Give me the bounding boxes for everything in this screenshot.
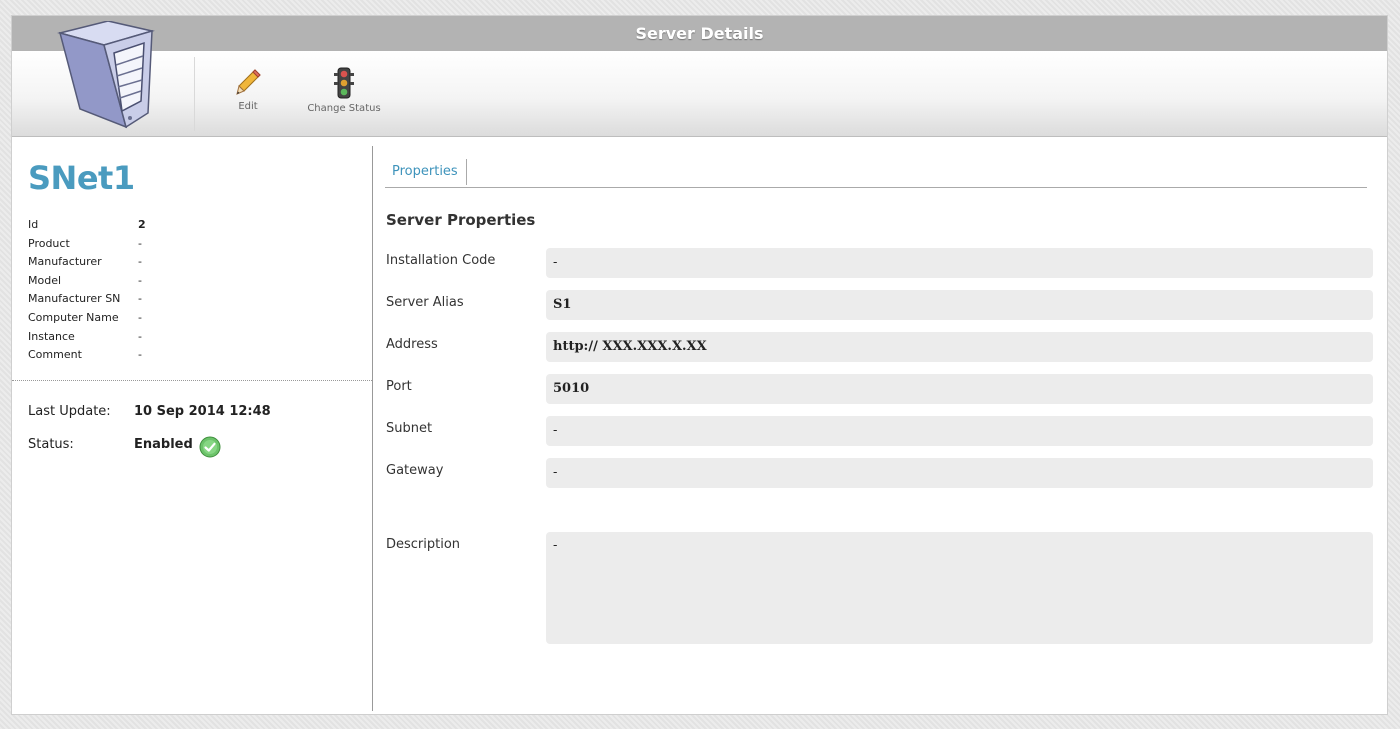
- last-update-value: 10 Sep 2014 12:48: [134, 404, 271, 419]
- info-value: -: [138, 236, 142, 250]
- info-key: Comment: [28, 348, 82, 362]
- info-value: -: [138, 348, 142, 362]
- change-status-button[interactable]: Change Status: [304, 67, 384, 123]
- info-row-manufacturer-sn: Manufacturer SN -: [28, 292, 146, 311]
- section-title: Server Properties: [386, 211, 536, 229]
- info-key: Id: [28, 218, 39, 231]
- gateway-label: Gateway: [386, 463, 444, 478]
- gateway-field: -: [546, 458, 1373, 488]
- section-divider: [12, 380, 372, 381]
- info-row-computer-name: Computer Name -: [28, 311, 146, 330]
- installation-code-field: -: [546, 248, 1373, 278]
- info-value: -: [138, 255, 142, 269]
- info-key: Model: [28, 273, 62, 287]
- address-label: Address: [386, 337, 438, 352]
- info-value: -: [138, 273, 142, 287]
- installation-code-label: Installation Code: [386, 253, 496, 268]
- window-title: Server Details: [12, 16, 1387, 51]
- toolbar-separator: [194, 57, 195, 131]
- address-field: http:// XXX.XXX.X.XX: [546, 332, 1373, 362]
- port-label: Port: [386, 379, 412, 394]
- last-update-row: Last Update: 10 Sep 2014 12:48: [28, 404, 271, 419]
- tab-properties[interactable]: Properties: [385, 159, 467, 185]
- status-check-icon: [199, 436, 221, 458]
- status-row: Status: Enabled: [28, 437, 193, 452]
- info-row-model: Model -: [28, 274, 146, 293]
- tab-bar: Properties: [385, 159, 1367, 188]
- server-alias-field: S1: [546, 290, 1373, 320]
- info-row-product: Product -: [28, 237, 146, 256]
- description-field: -: [546, 532, 1373, 644]
- pencil-icon: [236, 69, 261, 95]
- edit-button[interactable]: Edit: [228, 67, 268, 123]
- server-info-list: Id 2 Product - Manufacturer - Model - Manufa…: [28, 218, 146, 367]
- description-label: Description: [386, 537, 461, 552]
- server-name: SNet1: [28, 159, 135, 197]
- port-field: 5010: [546, 374, 1373, 404]
- info-row-id: Id 2: [28, 218, 146, 237]
- edit-label: Edit: [238, 101, 258, 112]
- info-value: -: [138, 310, 142, 324]
- info-value: -: [138, 292, 142, 306]
- server-alias-label: Server Alias: [386, 295, 464, 310]
- server-details-window: Server Details Edit Change Status SNet1 …: [11, 15, 1388, 715]
- subnet-label: Subnet: [386, 421, 433, 436]
- server-summary-pane: SNet1 Id 2 Product - Manufacturer - Model - …: [12, 137, 372, 714]
- info-key: Manufacturer: [28, 255, 102, 269]
- toolbar: Edit Change Status: [12, 21, 1387, 137]
- traffic-light-icon: [334, 67, 354, 99]
- info-key: Computer Name: [28, 310, 119, 324]
- info-row-instance: Instance -: [28, 330, 146, 349]
- pane-divider: [372, 146, 373, 711]
- status-value: Enabled: [134, 437, 193, 452]
- info-row-manufacturer: Manufacturer -: [28, 255, 146, 274]
- properties-pane: Properties Server Properties Installatio…: [385, 137, 1385, 714]
- status-label: Status:: [28, 437, 74, 452]
- info-value: -: [138, 329, 142, 343]
- info-key: Instance: [28, 329, 75, 343]
- info-value: 2: [138, 218, 146, 231]
- change-status-label: Change Status: [307, 103, 381, 114]
- last-update-label: Last Update:: [28, 404, 111, 419]
- info-key: Product: [28, 236, 70, 250]
- info-key: Manufacturer SN: [28, 292, 121, 306]
- server-icon: [57, 21, 155, 129]
- info-row-comment: Comment -: [28, 348, 146, 367]
- subnet-field: -: [546, 416, 1373, 446]
